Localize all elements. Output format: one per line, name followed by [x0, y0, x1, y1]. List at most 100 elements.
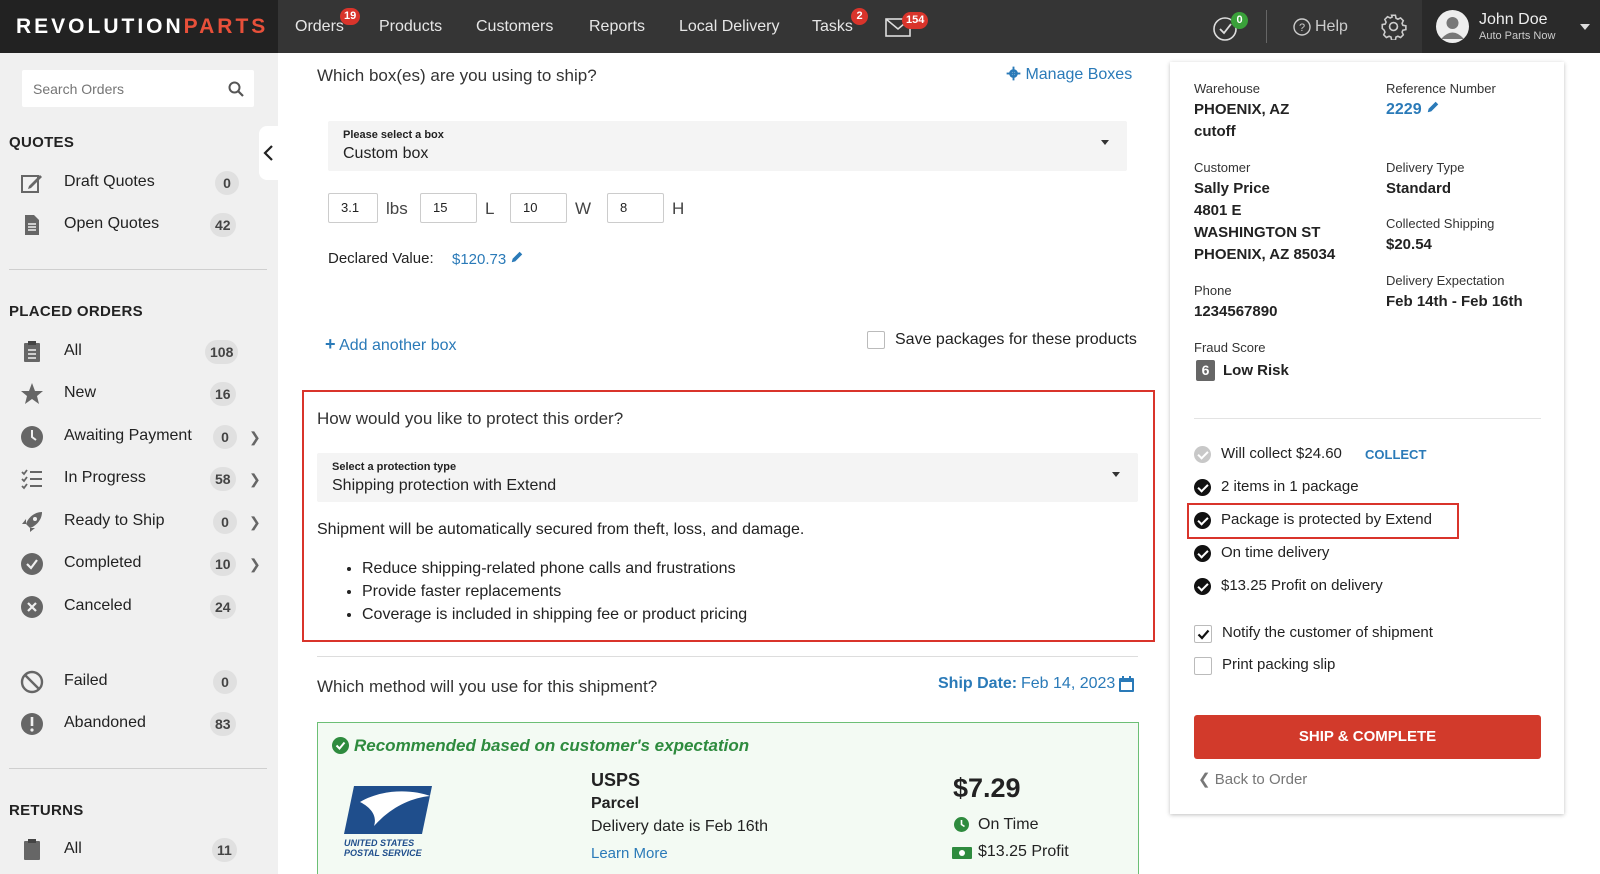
check-circle-icon	[1194, 578, 1211, 595]
search-orders-box[interactable]	[22, 70, 254, 107]
print-packing-slip-checkbox[interactable]	[1194, 657, 1212, 675]
help-link[interactable]: Help	[1315, 0, 1348, 53]
search-icon[interactable]	[228, 81, 244, 97]
sidebar-item-in-progress[interactable]: In Progress 58 ❯	[0, 459, 278, 499]
sidebar-item-count: 16	[210, 382, 236, 406]
declared-value-link[interactable]: $120.73	[452, 250, 524, 268]
fraud-score-badge: 6	[1196, 360, 1215, 381]
sidebar-item-count: 0	[215, 171, 239, 195]
box-select[interactable]: Please select a box Custom box	[328, 121, 1127, 171]
customer-label: Customer	[1194, 160, 1251, 175]
nav-customers[interactable]: Customers	[476, 0, 553, 53]
star-icon	[21, 383, 43, 404]
exclamation-circle-icon	[21, 713, 43, 735]
chevron-down-icon	[1580, 24, 1590, 30]
sidebar-divider	[9, 269, 267, 270]
search-input[interactable]	[22, 70, 222, 107]
protection-select[interactable]: Select a protection type Shipping protec…	[317, 453, 1138, 502]
document-icon	[25, 215, 39, 235]
delivery-expectation-value: Feb 14th - Feb 16th	[1386, 293, 1523, 310]
width-input[interactable]: 10	[510, 193, 567, 223]
check-circle-icon	[332, 737, 349, 754]
notify-customer-checkbox[interactable]	[1194, 625, 1212, 643]
manage-boxes-label: Manage Boxes	[1025, 66, 1133, 83]
nav-local-delivery[interactable]: Local Delivery	[679, 0, 779, 53]
brand-logo[interactable]: REVOLUTIONPARTS	[0, 0, 278, 53]
width-unit: W	[575, 199, 592, 218]
brand-word-2: PARTS	[183, 15, 269, 38]
clipboard-icon	[24, 839, 40, 860]
sidebar-item-count: 11	[212, 838, 237, 862]
sidebar-item-label: New	[64, 384, 97, 401]
check-circle-icon	[1194, 479, 1211, 496]
sidebar-item-count: 24	[210, 595, 236, 619]
user-name: John Doe	[1479, 11, 1548, 28]
sidebar-item-returns-all[interactable]: All 11	[0, 830, 278, 870]
collect-link[interactable]: COLLECT	[1365, 447, 1426, 462]
recommended-text: Recommended based on customer's expectat…	[354, 736, 750, 755]
reference-number: 2229	[1386, 101, 1422, 118]
calendar-icon[interactable]	[1119, 676, 1134, 692]
nav-divider	[1266, 10, 1267, 43]
panel-divider	[1194, 418, 1541, 419]
customer-address-line: 4801 E	[1194, 202, 1242, 219]
reference-label: Reference Number	[1386, 81, 1496, 96]
back-to-order-link[interactable]: ❮ Back to Order	[1198, 770, 1307, 788]
protection-select-value: Shipping protection with Extend	[332, 477, 557, 494]
sidebar-item-abandoned[interactable]: Abandoned 83	[0, 704, 278, 744]
chevron-left-icon	[263, 145, 273, 161]
nav-tasks[interactable]: Tasks	[812, 0, 853, 53]
height-unit: H	[672, 199, 685, 218]
check-row-text: Package is protected by Extend	[1221, 511, 1432, 528]
collect-text: Will collect $24.60	[1221, 445, 1342, 462]
top-navigation-bar: REVOLUTIONPARTS Orders 19 Products Custo…	[0, 0, 1600, 53]
sidebar-item-label: All	[64, 342, 82, 359]
help-icon[interactable]: ?	[1293, 18, 1311, 36]
sidebar-item-all-orders[interactable]: All 108	[0, 332, 278, 372]
nav-orders[interactable]: Orders	[295, 0, 344, 53]
collected-shipping-value: $20.54	[1386, 236, 1432, 253]
sidebar-item-open-quotes[interactable]: Open Quotes 42	[0, 205, 278, 245]
caret-down-icon	[1101, 140, 1109, 145]
delivery-type-label: Delivery Type	[1386, 160, 1465, 175]
pencil-icon	[512, 251, 523, 263]
sidebar-item-label: Completed	[64, 554, 142, 571]
ship-complete-button[interactable]: SHIP & COMPLETE	[1194, 715, 1541, 759]
protection-benefits-list: Reduce shipping-related phone calls and …	[362, 557, 747, 626]
save-packages-checkbox[interactable]	[867, 331, 885, 349]
nav-products[interactable]: Products	[379, 0, 442, 53]
nav-reports[interactable]: Reports	[589, 0, 645, 53]
length-input[interactable]: 15	[420, 193, 477, 223]
svg-text:?: ?	[1299, 22, 1305, 34]
usps-logo-line1: UNITED STATES	[344, 838, 415, 848]
add-box-label: Add another box	[339, 337, 457, 354]
user-menu[interactable]: John Doe Auto Parts Now	[1422, 0, 1600, 53]
sidebar-item-label: In Progress	[64, 469, 146, 486]
add-another-box-button[interactable]: + Add another box	[325, 334, 457, 355]
sidebar-item-draft-quotes[interactable]: Draft Quotes 0	[0, 163, 278, 203]
sidebar-item-awaiting-payment[interactable]: Awaiting Payment 0 ❯	[0, 417, 278, 457]
manage-boxes-link[interactable]: Manage Boxes	[1006, 66, 1132, 84]
notify-customer-label: Notify the customer of shipment	[1222, 624, 1433, 641]
sidebar-item-label: All	[64, 840, 82, 857]
ship-date-value[interactable]: Feb 14, 2023	[1021, 675, 1115, 693]
fraud-risk-text: Low Risk	[1223, 362, 1289, 379]
sidebar-item-new[interactable]: New 16	[0, 374, 278, 414]
sidebar-item-canceled[interactable]: Canceled 24	[0, 587, 278, 627]
method-question: Which method will you use for this shipm…	[317, 677, 658, 696]
cancel-circle-icon	[21, 596, 43, 618]
gear-icon[interactable]	[1380, 13, 1407, 41]
learn-more-link[interactable]: Learn More	[591, 845, 668, 862]
checkmark-icon	[1197, 629, 1210, 640]
sidebar-item-label: Open Quotes	[64, 215, 160, 232]
height-input[interactable]: 8	[607, 193, 664, 223]
sidebar-item-ready-to-ship[interactable]: Ready to Ship 0 ❯	[0, 502, 278, 542]
recommended-shipping-option[interactable]: Recommended based on customer's expectat…	[317, 722, 1139, 874]
chevron-right-icon: ❯	[249, 471, 261, 487]
weight-input[interactable]: 3.1	[328, 193, 378, 223]
shipping-price: $7.29	[953, 773, 1021, 803]
sidebar-item-completed[interactable]: Completed 10 ❯	[0, 544, 278, 584]
reference-number-link[interactable]: 2229	[1386, 100, 1440, 119]
sidebar-item-failed[interactable]: Failed 0	[0, 662, 278, 702]
chevron-right-icon: ❯	[249, 514, 261, 530]
